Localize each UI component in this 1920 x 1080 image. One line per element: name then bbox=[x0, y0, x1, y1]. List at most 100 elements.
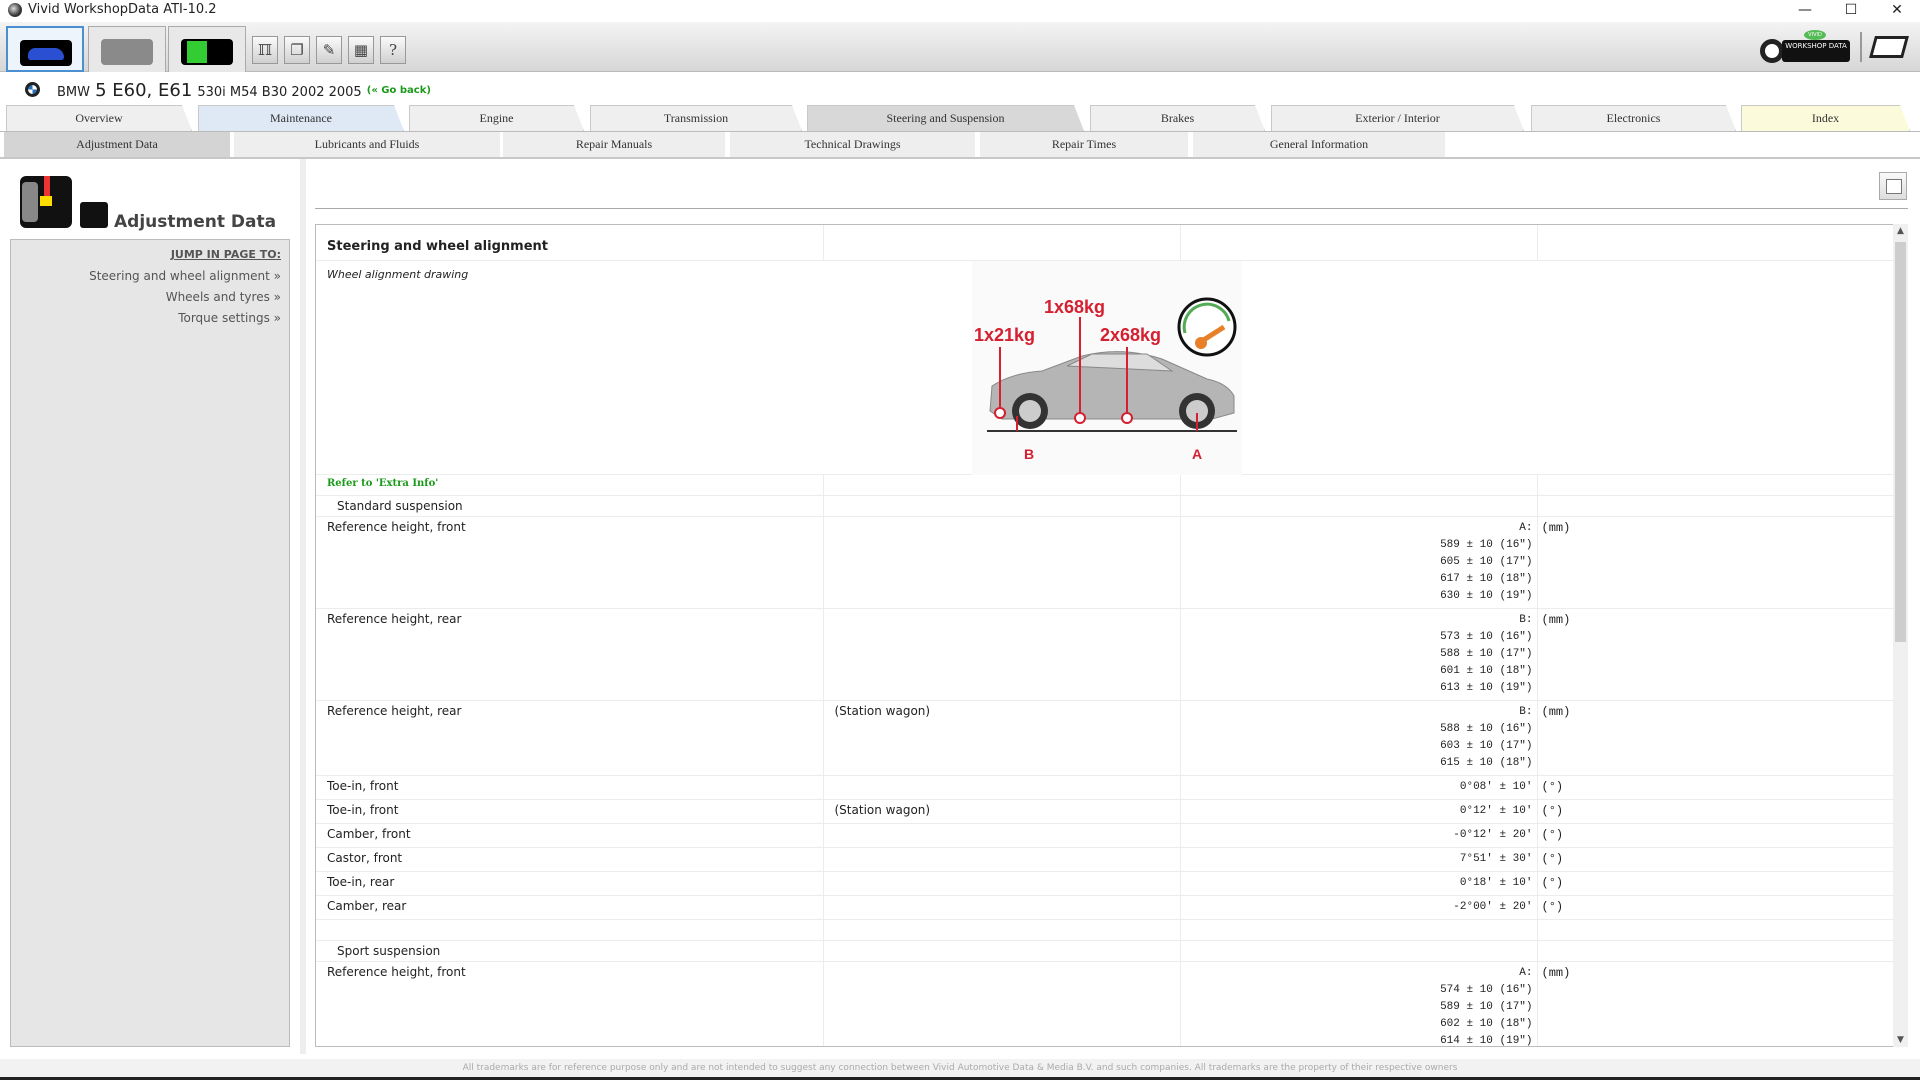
footer-disclaimer: All trademarks are for reference purpose… bbox=[0, 1059, 1920, 1077]
row-unit bbox=[1537, 919, 1893, 941]
row-unit: (°) bbox=[1537, 871, 1893, 896]
tab-transmission[interactable]: Transmission bbox=[590, 105, 802, 131]
row-note bbox=[823, 919, 1181, 941]
jump-link-torque[interactable]: Torque settings » bbox=[178, 311, 281, 325]
table-row: Camber, rear -2°00' ± 20' (°) bbox=[316, 895, 1893, 920]
toolbar: ℿ ❐ ✎ ▦ ? WORKSHOP DATA VIVID bbox=[0, 22, 1920, 72]
scroll-up-icon[interactable]: ▲ bbox=[1893, 226, 1908, 236]
jump-link-wheels[interactable]: Wheels and tyres » bbox=[166, 290, 281, 304]
table-row: Reference height, front A: 589 ± 10 (16")… bbox=[316, 516, 1893, 609]
cars-button[interactable] bbox=[6, 26, 84, 72]
jump-link-steering[interactable]: Steering and wheel alignment » bbox=[89, 269, 281, 283]
wheel-alignment-drawing: 1x21kg 1x68kg 2x68kg B A bbox=[972, 261, 1242, 475]
table-row bbox=[316, 919, 1893, 941]
subsection-row: Sport suspension bbox=[316, 940, 1893, 962]
sidebar-title: Adjustment Data bbox=[114, 212, 277, 232]
component-icon bbox=[181, 39, 233, 65]
fuel-gauge-icon bbox=[1177, 297, 1237, 357]
tab-exterior-interior[interactable]: Exterior / Interior bbox=[1271, 105, 1524, 131]
row-value: -2°00' ± 20' bbox=[1180, 895, 1538, 920]
app-icon bbox=[8, 3, 22, 17]
vehicle-details: 530i M54 B30 2002 2005 bbox=[197, 85, 362, 100]
minimize-button[interactable]: — bbox=[1782, 0, 1828, 22]
weight-label-front-seats: 2x68kg bbox=[1100, 325, 1161, 345]
car-icon bbox=[20, 40, 72, 66]
table-row: Reference height, front A: 574 ± 10 (16")… bbox=[316, 961, 1893, 1046]
subtab-general-information[interactable]: General Information bbox=[1193, 132, 1445, 157]
row-value bbox=[1180, 919, 1538, 941]
tab-engine[interactable]: Engine bbox=[409, 105, 584, 131]
tools-icon[interactable]: ℿ bbox=[252, 36, 278, 64]
refer-extra-info-link[interactable]: Refer to 'Extra Info' bbox=[316, 474, 824, 496]
tab-electronics[interactable]: Electronics bbox=[1531, 105, 1736, 131]
row-unit: (°) bbox=[1537, 823, 1893, 848]
vertical-scrollbar[interactable]: ▲ ▼ bbox=[1893, 224, 1908, 1047]
row-label: Camber, rear bbox=[316, 895, 824, 920]
row-unit: (°) bbox=[1537, 799, 1893, 824]
calculator-icon[interactable]: ▦ bbox=[348, 36, 374, 64]
row-label bbox=[316, 919, 824, 941]
components-button[interactable] bbox=[168, 26, 246, 72]
copy-icon[interactable]: ❐ bbox=[284, 36, 310, 64]
trucks-button[interactable] bbox=[88, 26, 166, 72]
scroll-down-icon[interactable]: ▼ bbox=[1893, 1035, 1908, 1045]
ati-logo bbox=[1869, 36, 1909, 58]
row-label: Reference height, rear bbox=[316, 608, 824, 701]
drawing-label: Wheel alignment drawing bbox=[327, 268, 469, 281]
subtab-technical-drawings[interactable]: Technical Drawings bbox=[730, 132, 975, 157]
tab-index[interactable]: Index bbox=[1741, 105, 1910, 131]
adjustment-table-panel: Steering and wheel alignment Wheel align… bbox=[315, 224, 1893, 1047]
section-row: Steering and wheel alignment bbox=[316, 225, 1893, 261]
table-row: Reference height, rear (Station wagon) B: … bbox=[316, 700, 1893, 776]
close-button[interactable]: ✕ bbox=[1874, 0, 1920, 22]
subtab-lubricants[interactable]: Lubricants and Fluids bbox=[234, 132, 500, 157]
row-value: 0°18' ± 10' bbox=[1180, 871, 1538, 896]
row-note bbox=[823, 823, 1181, 848]
truck-icon bbox=[101, 39, 153, 65]
scrollbar-thumb[interactable] bbox=[1895, 242, 1906, 642]
row-note: (Station wagon) bbox=[823, 799, 1181, 824]
row-value: A: 589 ± 10 (16") 605 ± 10 (17") 617 ± 1… bbox=[1180, 516, 1538, 609]
row-note: (Station wagon) bbox=[823, 700, 1181, 776]
table-row: Reference height, rear B: 573 ± 10 (16") … bbox=[316, 608, 1893, 701]
help-icon[interactable]: ? bbox=[380, 36, 406, 64]
table-row: Toe-in, rear 0°18' ± 10' (°) bbox=[316, 871, 1893, 896]
row-note bbox=[823, 847, 1181, 872]
point-b-label: B bbox=[1024, 446, 1034, 462]
row-value: A: 574 ± 10 (16") 589 ± 10 (17") 602 ± 1… bbox=[1180, 961, 1538, 1046]
maximize-button[interactable]: ☐ bbox=[1828, 0, 1874, 22]
row-value: 0°08' ± 10' bbox=[1180, 775, 1538, 800]
tyre-icon bbox=[80, 202, 108, 228]
vehicle-make: BMW bbox=[57, 85, 90, 100]
vehicle-model: 5 E60, E61 bbox=[95, 80, 193, 101]
row-note bbox=[823, 608, 1181, 701]
tab-steering-suspension[interactable]: Steering and Suspension bbox=[807, 105, 1084, 131]
tab-overview[interactable]: Overview bbox=[6, 105, 192, 131]
subtab-repair-times[interactable]: Repair Times bbox=[980, 132, 1188, 157]
cell-empty bbox=[1180, 940, 1538, 962]
section-title: Steering and wheel alignment bbox=[316, 225, 824, 261]
subtab-repair-manuals[interactable]: Repair Manuals bbox=[503, 132, 725, 157]
row-label: Reference height, front bbox=[316, 516, 824, 609]
vehicle-header: BMW 5 E60, E61 530i M54 B30 2002 2005 («… bbox=[0, 78, 900, 102]
window-title: Vivid WorkshopData ATI-10.2 bbox=[28, 2, 217, 17]
row-unit: (mm) bbox=[1537, 700, 1893, 776]
row-note bbox=[823, 871, 1181, 896]
table-row: Camber, front -0°12' ± 20' (°) bbox=[316, 823, 1893, 848]
row-value: B: 573 ± 10 (16") 588 ± 10 (17") 601 ± 1… bbox=[1180, 608, 1538, 701]
jump-label: JUMP IN PAGE TO: bbox=[170, 248, 281, 261]
workshop-data-logo: WORKSHOP DATA VIVID bbox=[1760, 30, 1852, 64]
point-a-label: A bbox=[1192, 446, 1202, 462]
panel-splitter[interactable] bbox=[300, 159, 306, 1054]
weight-point bbox=[994, 407, 1006, 419]
edit-icon[interactable]: ✎ bbox=[316, 36, 342, 64]
print-icon[interactable] bbox=[1879, 172, 1907, 200]
table-row: Toe-in, front (Station wagon) 0°12' ± 10'(… bbox=[316, 799, 1893, 824]
subtab-adjustment-data[interactable]: Adjustment Data bbox=[4, 132, 230, 157]
go-back-link[interactable]: (« Go back) bbox=[367, 85, 431, 96]
row-unit: (mm) bbox=[1537, 516, 1893, 609]
row-note bbox=[823, 961, 1181, 1046]
tab-brakes[interactable]: Brakes bbox=[1090, 105, 1265, 131]
row-value: 0°12' ± 10' bbox=[1180, 799, 1538, 824]
tab-maintenance[interactable]: Maintenance bbox=[198, 105, 404, 131]
